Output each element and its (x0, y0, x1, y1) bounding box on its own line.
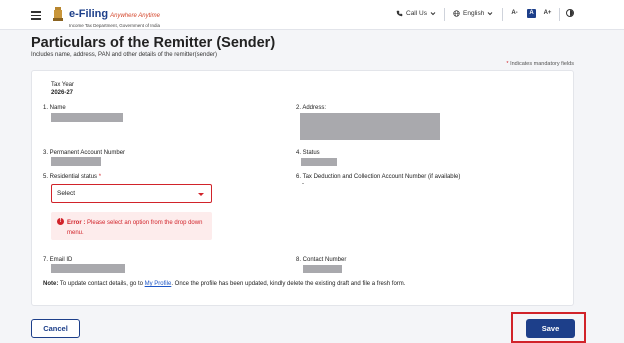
cancel-button[interactable]: Cancel (31, 319, 80, 338)
font-increase-button[interactable]: A+ (543, 9, 552, 18)
tan-label: 6. Tax Deduction and Collection Account … (296, 174, 461, 180)
address-label: 2. Address: (296, 105, 327, 111)
font-normal-button[interactable]: A (527, 9, 536, 18)
save-button[interactable]: Save (526, 319, 575, 338)
my-profile-link[interactable]: My Profile (145, 281, 172, 287)
call-us-menu[interactable]: Call Us (396, 10, 436, 17)
tax-year-label: Tax Year (51, 82, 75, 88)
divider (444, 8, 445, 21)
profile-update-note: Note: To update contact details, go to M… (43, 281, 405, 287)
residential-status-select[interactable]: Select (51, 184, 212, 203)
required-star: * (98, 174, 102, 180)
residential-status-label: 5. Residential status * (43, 174, 101, 180)
divider (559, 8, 560, 21)
mandatory-note-text: Indicates mandatory fields (510, 61, 574, 67)
required-star: * (506, 61, 509, 67)
status-value-redacted (301, 158, 337, 166)
email-label: 7. Email ID (43, 257, 73, 263)
emblem-icon (53, 7, 63, 21)
tax-year-value: 2026-27 (51, 90, 74, 96)
error-message: Please select an option from the drop do… (67, 220, 203, 236)
page-title: Particulars of the Remitter (Sender) (31, 35, 276, 51)
contact-number-value-redacted (303, 265, 342, 273)
top-navigation-bar: e-Filing Anywhere Anytime Income Tax Depa… (0, 0, 624, 30)
brand-name: e-Filing (69, 8, 109, 20)
residential-status-label-text: 5. Residential status (43, 174, 98, 180)
error-icon: ! (57, 218, 64, 225)
language-selector[interactable]: English (453, 10, 493, 17)
note-text-after-link: . Once the profile has been updated, kin… (171, 281, 406, 287)
name-label: 1. Name (43, 105, 66, 111)
chevron-down-icon (430, 12, 436, 16)
divider (502, 8, 503, 21)
language-label: English (463, 10, 485, 17)
mandatory-fields-note: * Indicates mandatory fields (506, 61, 574, 67)
page-subtitle: Includes name, address, PAN and other de… (31, 52, 217, 58)
tan-value: - (302, 181, 304, 187)
pan-label: 3. Permanent Account Number (43, 150, 126, 156)
error-message-box: ! Error : Please select an option from t… (51, 212, 212, 240)
error-message-text: Error : Please select an option from the… (67, 218, 209, 238)
font-decrease-button[interactable]: A- (510, 9, 519, 18)
brand-subtitle: Income Tax Department, Government of Ind… (69, 23, 160, 28)
email-value-redacted (51, 264, 125, 273)
brand-logo[interactable]: e-Filing Anywhere Anytime Income Tax Depa… (69, 4, 160, 28)
note-prefix: Note: (43, 281, 59, 287)
note-text-before-link: To update contact details, go to (59, 281, 143, 287)
contact-number-label: 8. Contact Number (296, 257, 347, 263)
phone-icon (396, 10, 403, 17)
contrast-icon[interactable] (566, 9, 574, 17)
globe-icon (453, 10, 460, 17)
caret-down-icon (198, 193, 204, 196)
status-label: 4. Status (296, 150, 320, 156)
call-us-label: Call Us (406, 10, 427, 17)
name-value-redacted (51, 113, 123, 122)
error-prefix: Error : (67, 220, 86, 226)
pan-value-redacted (51, 157, 101, 166)
brand-tagline: Anywhere Anytime (110, 13, 160, 19)
address-value-redacted (300, 113, 440, 140)
residential-status-selected-value: Select (57, 190, 76, 197)
chevron-down-icon (487, 12, 493, 16)
menu-icon[interactable] (31, 11, 41, 20)
